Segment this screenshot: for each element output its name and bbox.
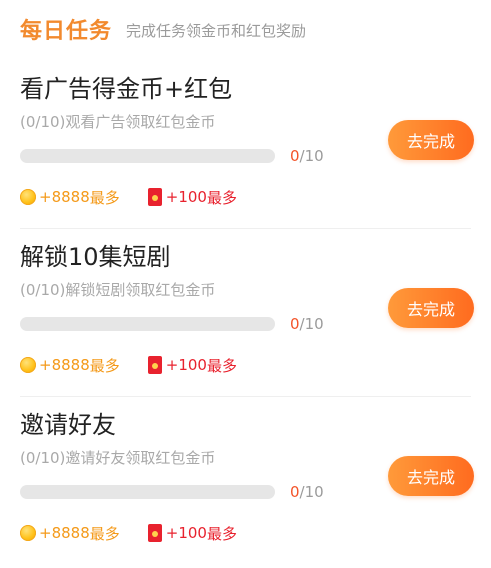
red-packet-reward: +100 最多 [147,187,237,208]
page-subtitle: 完成任务领金币和红包奖励 [126,21,307,40]
coin-icon [20,357,36,373]
page-title: 每日任务 [20,19,113,44]
coin-icon [20,525,36,541]
task-progress-done: 0 [290,147,300,165]
packet-reward: +100 [165,524,207,542]
task-progress-total: /10 [299,315,324,333]
task-progress-done: 0 [290,483,300,501]
red-packet-reward: +100 最多 [147,523,237,544]
task-description: (0/10)观看广告领取红包金币 [20,113,216,131]
task-progress-total: /10 [299,483,324,501]
reward-row: +8888 最多 +100 最多 [20,522,237,544]
red-packet-icon [147,524,162,542]
task-description: (0/10)邀请好友领取红包金币 [20,449,216,467]
task-progress-bar [20,317,275,331]
task-progress-bar [20,149,275,163]
red-packet-icon [147,188,162,206]
task-title: 邀请好友 [20,411,116,439]
task-description: (0/10)解锁短剧领取红包金币 [20,281,216,299]
complete-task-button[interactable]: 去完成 [388,120,474,160]
task-progress-total: /10 [299,147,324,165]
task-card: 邀请好友 (0/10)邀请好友领取红包金币 0/10 去完成 +8888 最多 +… [0,400,491,568]
task-progress-text: 0/10 [290,482,324,502]
task-title: 看广告得金币+红包 [20,75,233,103]
packet-reward-suffix: 最多 [206,188,237,207]
complete-task-button[interactable]: 去完成 [388,288,474,328]
task-title: 解锁10集短剧 [20,243,171,271]
coin-reward-suffix: 最多 [89,188,120,207]
section-header: 每日任务 完成任务领金币和红包奖励 [20,12,306,46]
divider [20,228,471,229]
red-packet-icon [147,356,162,374]
packet-reward-suffix: 最多 [206,524,237,543]
coin-reward: +8888 [39,524,90,542]
packet-reward: +100 [165,356,207,374]
task-progress-bar [20,485,275,499]
divider [20,396,471,397]
packet-reward: +100 [165,188,207,206]
task-progress-done: 0 [290,315,300,333]
reward-row: +8888 最多 +100 最多 [20,186,237,208]
coin-icon [20,189,36,205]
task-card: 看广告得金币+红包 (0/10)观看广告领取红包金币 0/10 去完成 +888… [0,64,491,232]
complete-task-button[interactable]: 去完成 [388,456,474,496]
red-packet-reward: +100 最多 [147,355,237,376]
task-card: 解锁10集短剧 (0/10)解锁短剧领取红包金币 0/10 去完成 +8888 最… [0,232,491,400]
task-progress-text: 0/10 [290,146,324,166]
coin-reward: +8888 [39,356,90,374]
task-progress-text: 0/10 [290,314,324,334]
reward-row: +8888 最多 +100 最多 [20,354,237,376]
coin-reward-suffix: 最多 [89,524,120,543]
coin-reward-suffix: 最多 [89,356,120,375]
packet-reward-suffix: 最多 [206,356,237,375]
coin-reward: +8888 [39,188,90,206]
